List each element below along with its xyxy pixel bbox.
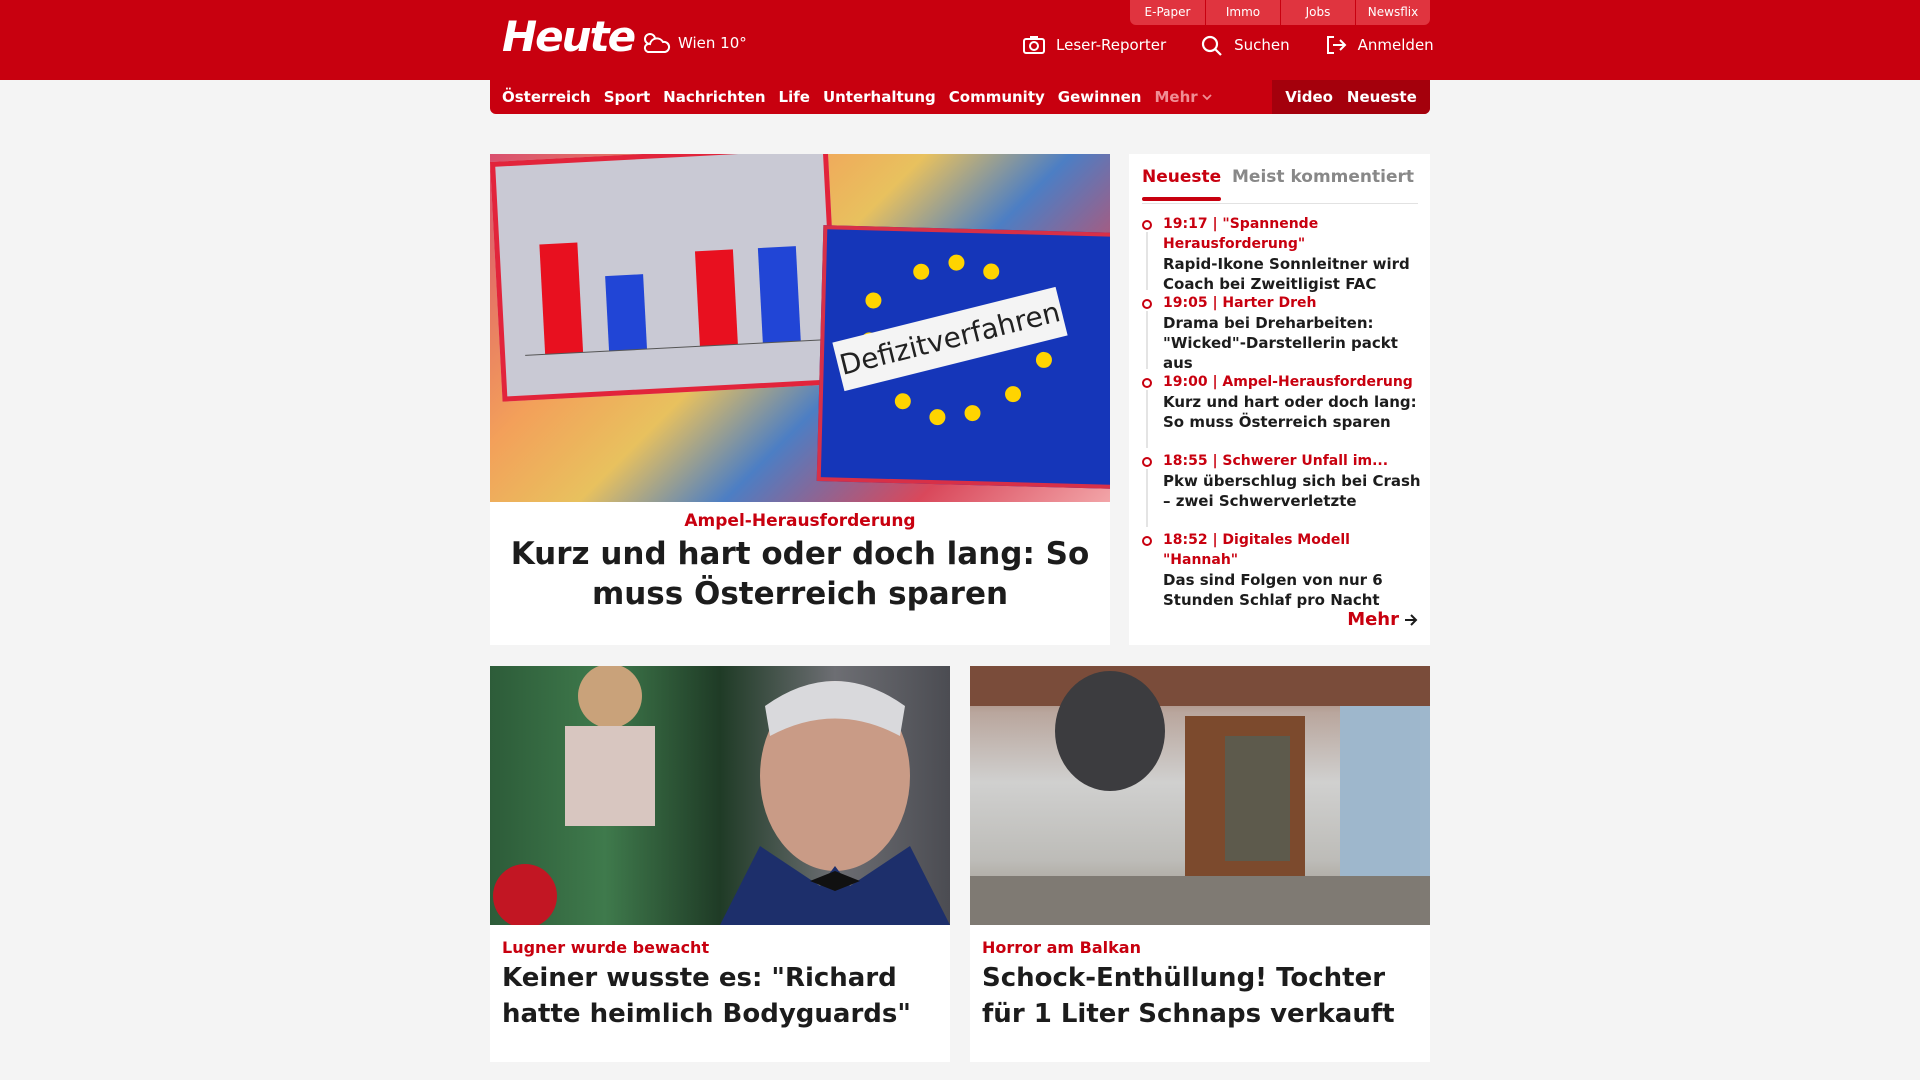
nav-links: Österreich Sport Nachrichten Life Unterh… xyxy=(502,80,1212,114)
nav-right: Video Neueste xyxy=(1272,80,1430,114)
timeline-dot xyxy=(1142,220,1152,230)
list-item-meta: 18:55 | Schwerer Unfall im... xyxy=(1163,453,1389,469)
article-image[interactable] xyxy=(490,666,950,925)
quicklink-jobs[interactable]: Jobs xyxy=(1280,0,1355,25)
camera-icon xyxy=(1023,36,1045,54)
main-nav: Österreich Sport Nachrichten Life Unterh… xyxy=(490,80,1430,114)
nav-item-unterhaltung[interactable]: Unterhaltung xyxy=(823,88,936,106)
nav-item-oesterreich[interactable]: Österreich xyxy=(502,88,591,106)
list-item-meta: 19:00 | Ampel-Herausforderung xyxy=(1163,374,1413,390)
leser-reporter-button[interactable]: Leser-Reporter xyxy=(1022,34,1166,56)
list-item-title[interactable]: Das sind Folgen von nur 6 Stunden Schlaf… xyxy=(1163,570,1422,610)
cloud-sun-icon xyxy=(643,33,671,53)
card-title[interactable]: Schock-Enthüllung! Tochter für 1 Liter S… xyxy=(982,960,1422,1032)
tab-meist-kommentiert[interactable]: Meist kommentiert xyxy=(1232,164,1414,190)
list-item[interactable]: 18:55 | Schwerer Unfall im... Pkw übersc… xyxy=(1142,451,1422,530)
timeline-dot xyxy=(1142,299,1152,309)
timeline-dot xyxy=(1142,457,1152,467)
login-icon xyxy=(1326,36,1347,54)
news-timeline: 19:17 | "Spannende Herausforderung" Rapi… xyxy=(1142,214,1422,609)
site-header xyxy=(0,0,1920,80)
timeline-dot xyxy=(1142,536,1152,546)
hero-kicker: Ampel-Herausforderung xyxy=(684,511,916,531)
arrow-right-icon xyxy=(1405,613,1418,626)
nav-more-label: Mehr xyxy=(1154,88,1198,106)
hero-article[interactable]: Defizitverfahren Ampel-Herausforderung K… xyxy=(490,154,1110,645)
list-item-meta: 19:17 | "Spannende Herausforderung" xyxy=(1163,216,1319,252)
hero-image-chart-graphic xyxy=(490,154,841,402)
list-item[interactable]: 19:00 | Ampel-Herausforderung Kurz und h… xyxy=(1142,372,1422,451)
chevron-down-icon xyxy=(1202,94,1212,101)
search-icon xyxy=(1202,35,1222,56)
nav-item-nachrichten[interactable]: Nachrichten xyxy=(663,88,765,106)
search-label: Suchen xyxy=(1234,36,1290,54)
nav-video[interactable]: Video xyxy=(1285,88,1333,106)
article-image[interactable] xyxy=(970,666,1430,925)
nav-item-gewinnen[interactable]: Gewinnen xyxy=(1058,88,1142,106)
list-item-title[interactable]: Kurz und hart oder doch lang: So muss Ös… xyxy=(1163,392,1422,432)
card-kicker: Lugner wurde bewacht xyxy=(502,938,710,957)
quicklink-immo[interactable]: Immo xyxy=(1205,0,1280,25)
list-item-meta: 19:05 | Harter Dreh xyxy=(1163,295,1317,311)
hero-image[interactable]: Defizitverfahren xyxy=(490,154,1110,502)
timeline-line xyxy=(1146,469,1148,527)
timeline-line xyxy=(1146,232,1148,290)
site-logo[interactable]: Heute xyxy=(502,14,636,60)
bar-graphic xyxy=(525,242,825,356)
timeline-line xyxy=(1146,390,1148,448)
header-actions: Leser-Reporter Suchen Anmelden xyxy=(1022,34,1434,56)
list-item-title[interactable]: Rapid-Ikone Sonnleitner wird Coach bei Z… xyxy=(1163,254,1422,294)
timeline-dot xyxy=(1142,378,1152,388)
sidebar-tabs: Neueste Meist kommentiert xyxy=(1142,164,1418,204)
timeline-line xyxy=(1146,311,1148,369)
list-item[interactable]: 19:17 | "Spannende Herausforderung" Rapi… xyxy=(1142,214,1422,293)
nav-item-life[interactable]: Life xyxy=(779,88,810,106)
quicklink-epaper[interactable]: E-Paper xyxy=(1130,0,1205,25)
list-item-title[interactable]: Pkw überschlug sich bei Crash – zwei Sch… xyxy=(1163,471,1422,511)
nav-item-community[interactable]: Community xyxy=(949,88,1045,106)
leser-reporter-label: Leser-Reporter xyxy=(1056,36,1167,54)
list-item-title[interactable]: Drama bei Dreharbeiten: "Wicked"-Darstel… xyxy=(1163,313,1422,373)
photo-graphic xyxy=(970,666,1430,925)
search-button[interactable]: Suchen xyxy=(1200,34,1290,56)
card-kicker: Horror am Balkan xyxy=(982,938,1141,957)
login-button[interactable]: Anmelden xyxy=(1324,34,1434,56)
sidebar-more-label: Mehr xyxy=(1347,609,1399,630)
quicklinks: E-Paper Immo Jobs Newsflix xyxy=(1130,0,1430,25)
nav-neueste[interactable]: Neueste xyxy=(1347,88,1417,106)
hero-title[interactable]: Kurz und hart oder doch lang: So muss Ös… xyxy=(500,534,1100,614)
tab-neueste[interactable]: Neueste xyxy=(1142,164,1222,201)
nav-more-dropdown[interactable]: Mehr xyxy=(1154,88,1212,106)
latest-news-sidebar: Neueste Meist kommentiert 19:17 | "Spann… xyxy=(1129,154,1430,645)
list-item-meta: 18:52 | Digitales Modell "Hannah" xyxy=(1163,532,1350,568)
sidebar-more-link[interactable]: Mehr xyxy=(1347,609,1418,630)
article-card-lugner[interactable]: Lugner wurde bewacht Keiner wusste es: "… xyxy=(490,666,950,1062)
weather-widget[interactable]: Wien 10° xyxy=(640,30,747,56)
list-item[interactable]: 19:05 | Harter Dreh Drama bei Dreharbeit… xyxy=(1142,293,1422,372)
article-card-balkan[interactable]: Horror am Balkan Schock-Enthüllung! Toch… xyxy=(970,666,1430,1062)
photo-graphic xyxy=(493,666,950,925)
list-item[interactable]: 18:52 | Digitales Modell "Hannah" Das si… xyxy=(1142,530,1422,609)
card-title[interactable]: Keiner wusste es: "Richard hatte heimlic… xyxy=(502,960,942,1032)
quicklink-newsflix[interactable]: Newsflix xyxy=(1355,0,1430,25)
nav-item-sport[interactable]: Sport xyxy=(604,88,650,106)
login-label: Anmelden xyxy=(1357,36,1434,54)
weather-label: Wien 10° xyxy=(678,34,747,52)
